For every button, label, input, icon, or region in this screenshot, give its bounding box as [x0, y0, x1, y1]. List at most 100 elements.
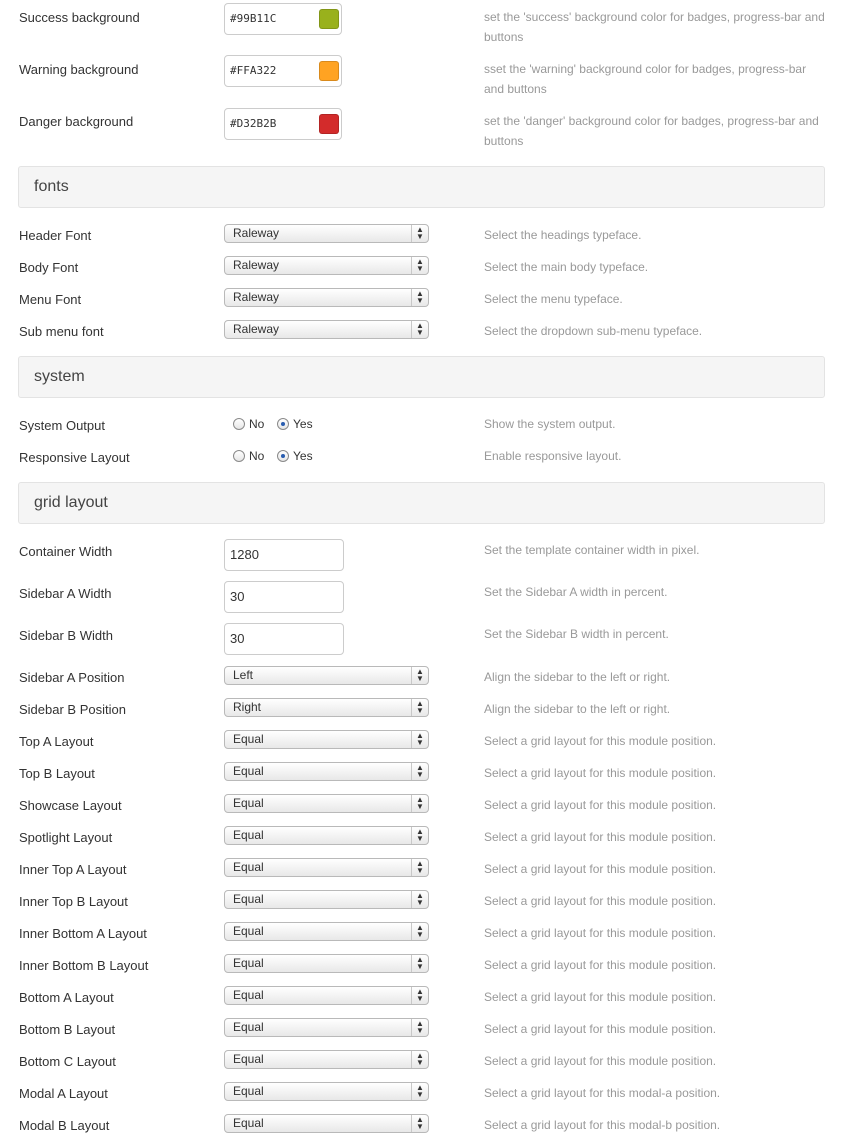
- select-value: Raleway: [233, 290, 280, 304]
- select-value: Equal: [233, 828, 264, 842]
- grid-layout-select[interactable]: Equal ▲ ▼: [224, 762, 429, 781]
- header-font-select[interactable]: Raleway ▲ ▼: [224, 224, 429, 243]
- grid-select-desc: Select a grid layout for this modal-b po…: [484, 1118, 721, 1132]
- select-arrows-icon: ▲ ▼: [411, 321, 428, 338]
- responsive-layout-label: Responsive Layout: [19, 450, 130, 465]
- select-value: Raleway: [233, 226, 280, 240]
- grid-layout-select[interactable]: Equal ▲ ▼: [224, 794, 429, 813]
- grid-layout-select[interactable]: Equal ▲ ▼: [224, 954, 429, 973]
- danger-background-input[interactable]: #D32B2B: [224, 108, 342, 140]
- radio-label-yes: Yes: [293, 449, 313, 463]
- grid-layout-select[interactable]: Equal ▲ ▼: [224, 1114, 429, 1133]
- grid-select-label: Modal B Layout: [19, 1118, 110, 1133]
- success-background-desc: set the 'success' background color for b…: [484, 10, 825, 44]
- responsive-layout-no-radio[interactable]: [233, 450, 245, 462]
- grid-select-label: Inner Bottom B Layout: [19, 958, 149, 973]
- grid-select-desc: Align the sidebar to the left or right.: [484, 702, 671, 716]
- grid-select-desc: Select a grid layout for this module pos…: [484, 1054, 717, 1068]
- select-value: Equal: [233, 988, 264, 1002]
- grid-layout-select[interactable]: Equal ▲ ▼: [224, 730, 429, 749]
- grid-select-label: Bottom A Layout: [19, 990, 114, 1005]
- select-value: Equal: [233, 732, 264, 746]
- responsive-layout-yes-radio[interactable]: [277, 450, 289, 462]
- select-value: Raleway: [233, 258, 280, 272]
- system-section-header: system: [18, 356, 825, 398]
- container-width-desc: Set the template container width in pixe…: [484, 543, 700, 557]
- sidebar-b-width-input[interactable]: 30: [224, 623, 344, 655]
- select-arrows-icon: ▲ ▼: [411, 667, 428, 684]
- sidebar-a-width-input[interactable]: 30: [224, 581, 344, 613]
- select-value: Equal: [233, 1084, 264, 1098]
- grid-layout-select[interactable]: Equal ▲ ▼: [224, 1018, 429, 1037]
- select-arrows-icon: ▲ ▼: [411, 1019, 428, 1036]
- grid-select-label: Sidebar A Position: [19, 670, 125, 685]
- body-font-desc: Select the main body typeface.: [484, 260, 649, 274]
- body-font-select[interactable]: Raleway ▲ ▼: [224, 256, 429, 275]
- select-value: Equal: [233, 924, 264, 938]
- system-output-no-radio[interactable]: [233, 418, 245, 430]
- select-value: Equal: [233, 1052, 264, 1066]
- select-value: Right: [233, 700, 262, 714]
- section-title: system: [34, 368, 85, 385]
- menu-font-select[interactable]: Raleway ▲ ▼: [224, 288, 429, 307]
- radio-label-no: No: [249, 449, 265, 463]
- grid-layout-select[interactable]: Equal ▲ ▼: [224, 986, 429, 1005]
- select-arrows-icon: ▲ ▼: [411, 1083, 428, 1100]
- select-arrows-icon: ▲ ▼: [411, 923, 428, 940]
- grid-select-desc: Select a grid layout for this module pos…: [484, 926, 717, 940]
- danger-background-desc: set the 'danger' background color for ba…: [484, 114, 819, 148]
- grid-select-label: Modal A Layout: [19, 1086, 108, 1101]
- select-arrows-icon: ▲ ▼: [411, 891, 428, 908]
- grid-layout-select[interactable]: Right ▲ ▼: [224, 698, 429, 717]
- radio-label-yes: Yes: [293, 417, 313, 431]
- color-hex-value: #99B11C: [230, 12, 277, 25]
- grid-layout-select[interactable]: Equal ▲ ▼: [224, 890, 429, 909]
- grid-select-desc: Select a grid layout for this module pos…: [484, 1022, 717, 1036]
- select-value: Equal: [233, 764, 264, 778]
- select-arrows-icon: ▲ ▼: [411, 225, 428, 242]
- sidebar-a-width-label: Sidebar A Width: [19, 586, 112, 601]
- sidebar-b-width-label: Sidebar B Width: [19, 628, 113, 643]
- grid-select-label: Top B Layout: [19, 766, 95, 781]
- grid-layout-select[interactable]: Equal ▲ ▼: [224, 858, 429, 877]
- select-arrows-icon: ▲ ▼: [411, 257, 428, 274]
- grid-select-label: Bottom C Layout: [19, 1054, 116, 1069]
- select-arrows-icon: ▲ ▼: [411, 987, 428, 1004]
- grid-select-label: Top A Layout: [19, 734, 94, 749]
- grid-select-desc: Select a grid layout for this module pos…: [484, 830, 717, 844]
- sub-menu-font-select[interactable]: Raleway ▲ ▼: [224, 320, 429, 339]
- grid-layout-select[interactable]: Equal ▲ ▼: [224, 826, 429, 845]
- warning-background-input[interactable]: #FFA322: [224, 55, 342, 87]
- grid-select-desc: Select a grid layout for this module pos…: [484, 990, 717, 1004]
- grid-layout-select[interactable]: Equal ▲ ▼: [224, 1050, 429, 1069]
- grid-select-label: Showcase Layout: [19, 798, 122, 813]
- grid-layout-select[interactable]: Equal ▲ ▼: [224, 1082, 429, 1101]
- color-swatch[interactable]: [319, 114, 339, 134]
- success-background-label: Success background: [19, 10, 140, 25]
- sub-menu-font-desc: Select the dropdown sub-menu typeface.: [484, 324, 703, 338]
- select-value: Equal: [233, 1020, 264, 1034]
- color-swatch[interactable]: [319, 61, 339, 81]
- select-arrows-icon: ▲ ▼: [411, 763, 428, 780]
- grid-select-desc: Select a grid layout for this module pos…: [484, 862, 717, 876]
- select-arrows-icon: ▲ ▼: [411, 289, 428, 306]
- grid-layout-select[interactable]: Left ▲ ▼: [224, 666, 429, 685]
- grid-select-label: Inner Bottom A Layout: [19, 926, 147, 941]
- warning-background-desc: sset the 'warning' background color for …: [484, 62, 807, 96]
- select-arrows-icon: ▲ ▼: [411, 1115, 428, 1132]
- success-background-input[interactable]: #99B11C: [224, 3, 342, 35]
- color-swatch[interactable]: [319, 9, 339, 29]
- container-width-input[interactable]: 1280: [224, 539, 344, 571]
- header-font-label: Header Font: [19, 228, 92, 243]
- select-value: Equal: [233, 956, 264, 970]
- system-output-yes-radio[interactable]: [277, 418, 289, 430]
- color-hex-value: #D32B2B: [230, 117, 277, 130]
- danger-background-label: Danger background: [19, 114, 134, 129]
- fonts-section-header: fonts: [18, 166, 825, 208]
- select-arrows-icon: ▲ ▼: [411, 827, 428, 844]
- system-output-desc: Show the system output.: [484, 417, 616, 431]
- select-arrows-icon: ▲ ▼: [411, 1051, 428, 1068]
- select-arrows-icon: ▲ ▼: [411, 795, 428, 812]
- grid-select-label: Spotlight Layout: [19, 830, 113, 845]
- grid-layout-select[interactable]: Equal ▲ ▼: [224, 922, 429, 941]
